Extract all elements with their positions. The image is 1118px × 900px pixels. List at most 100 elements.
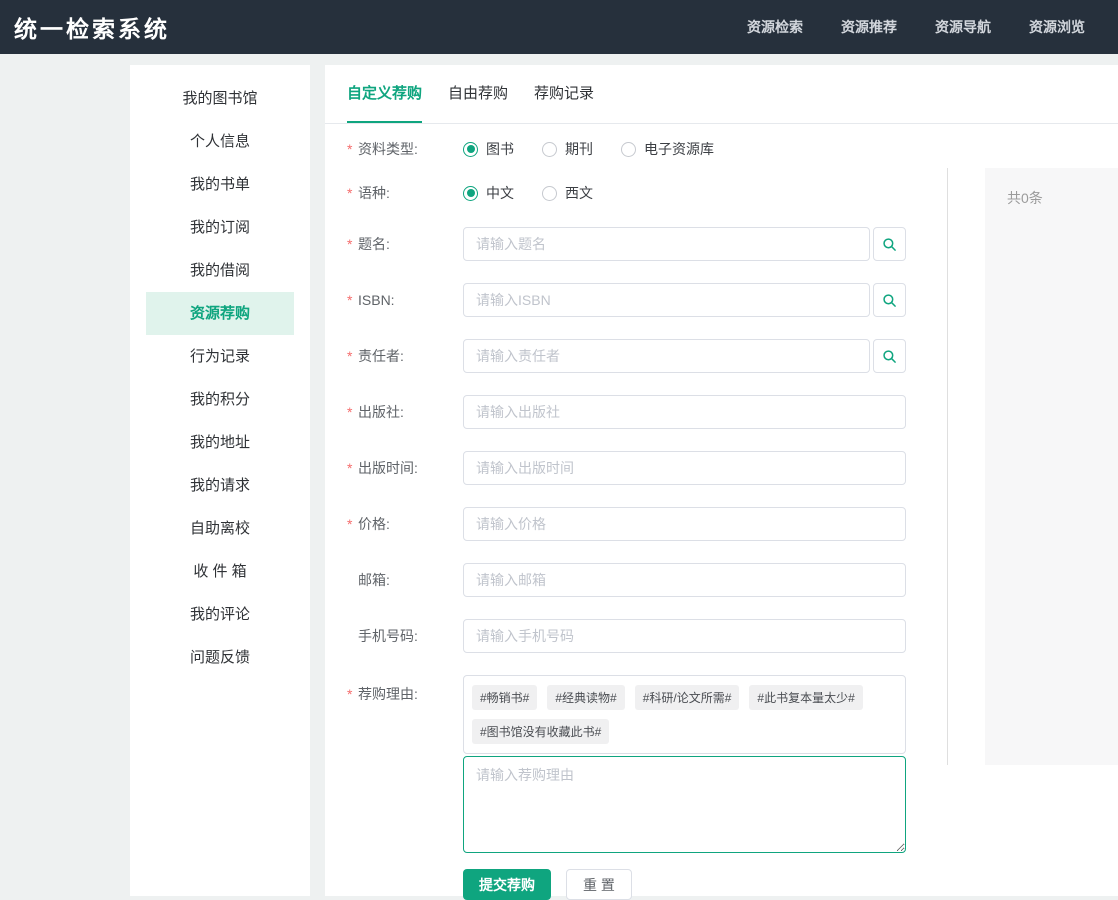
tab[interactable]: 荐购记录 [534,65,594,123]
required-asterisk: * [347,516,358,532]
required-asterisk: * [347,460,358,476]
top-nav: 资源检索 资源推荐 资源导航 资源浏览 [747,17,1085,37]
sidebar-item[interactable]: 问题反馈 [146,636,294,679]
text-input[interactable] [463,227,870,261]
text-input[interactable] [463,451,906,485]
sidebar-item[interactable]: 收 件 箱 [146,550,294,593]
results-panel: 共0条 [985,168,1118,765]
radio-option-label: 电子资源库 [644,139,714,159]
nav-item[interactable]: 资源导航 [935,17,991,37]
required-asterisk: * [347,348,358,364]
sidebar-item[interactable]: 我的借阅 [146,249,294,292]
reason-tag-chip[interactable]: #畅销书# [472,685,537,710]
tab[interactable]: 自由荐购 [448,65,508,123]
reset-button[interactable]: 重 置 [566,869,632,900]
text-input[interactable] [463,619,906,653]
reason-tags-box: #畅销书# #经典读物# #科研/论文所需# #此书复本量太少# #图书馆没有收藏此书# [463,675,906,754]
reason-tag-chip[interactable]: #此书复本量太少# [749,685,862,710]
sidebar-item[interactable]: 我的订阅 [146,206,294,249]
reason-textarea[interactable] [463,756,906,853]
field-control [463,563,906,597]
field-label-text: 资料类型: [358,139,418,159]
reason-tag-chip[interactable]: #经典读物# [547,685,624,710]
sidebar-item[interactable]: 行为记录 [146,335,294,378]
reason-tag-chip[interactable]: #图书馆没有收藏此书# [472,719,609,744]
field-label: *出版时间: [347,458,463,478]
sidebar-item[interactable]: 我的书单 [146,163,294,206]
radio-option[interactable]: 图书 [463,139,514,159]
radio-option[interactable]: 中文 [463,183,514,203]
field-label-text: 出版社: [358,402,404,422]
sidebar-item[interactable]: 我的地址 [146,421,294,464]
text-input[interactable] [463,283,870,317]
app-header: 统一检索系统 资源检索 资源推荐 资源导航 资源浏览 [0,0,1118,54]
radio-icon [542,142,557,157]
sidebar-item[interactable]: 个人信息 [146,120,294,163]
radio-option[interactable]: 西文 [542,183,593,203]
text-input[interactable] [463,395,906,429]
field-label-text: 价格: [358,514,390,534]
radio-option-label: 中文 [486,183,514,203]
required-asterisk: * [347,404,358,420]
field-control [463,283,906,317]
nav-item[interactable]: 资源推荐 [841,17,897,37]
field-label: *出版社: [347,402,463,422]
sidebar-item[interactable]: 资源荐购 [146,292,294,335]
search-button[interactable] [873,339,906,373]
search-button[interactable] [873,227,906,261]
field-control [463,339,906,373]
required-asterisk: * [347,236,358,252]
required-asterisk: * [347,686,358,702]
radio-option-label: 期刊 [565,139,593,159]
radio-icon [463,186,478,201]
field-label: *ISBN: [347,292,463,308]
text-input[interactable] [463,507,906,541]
field-control [463,227,906,261]
radio-group: 中文 西文 [463,183,621,203]
required-asterisk: * [347,141,358,157]
submit-button[interactable]: 提交荐购 [463,869,551,900]
sidebar-item[interactable]: 我的积分 [146,378,294,421]
search-button[interactable] [873,283,906,317]
nav-item[interactable]: 资源浏览 [1029,17,1085,37]
radio-option-label: 图书 [486,139,514,159]
sidebar-item[interactable]: 我的请求 [146,464,294,507]
field-label: *资料类型: [347,139,463,159]
field-label: *荐购理由: [347,675,463,704]
field-label-text: ISBN: [358,292,395,308]
form-actions: 提交荐购 重 置 [463,869,1118,900]
form-field-row: *资料类型: 图书 期刊 电子资源库 [347,139,1118,159]
field-control [463,451,906,485]
sidebar-item[interactable]: 我的图书馆 [146,77,294,120]
field-label-text: 荐购理由: [358,684,418,704]
search-icon [882,237,897,252]
radio-option[interactable]: 期刊 [542,139,593,159]
field-label-text: 邮箱: [358,570,390,590]
radio-group: 图书 期刊 电子资源库 [463,139,742,159]
text-input[interactable] [463,339,870,373]
reason-tag-chip[interactable]: #科研/论文所需# [635,685,740,710]
search-icon [882,349,897,364]
field-label: *邮箱: [347,570,463,590]
reason-control: #畅销书# #经典读物# #科研/论文所需# #此书复本量太少# #图书馆没有收藏此书# [463,675,906,853]
app-title: 统一检索系统 [14,10,170,44]
sidebar: 我的图书馆个人信息我的书单我的订阅我的借阅资源荐购行为记录我的积分我的地址我的请… [130,65,310,896]
tab-bar: 自定义荐购自由荐购荐购记录 [325,65,1118,124]
sidebar-menu: 我的图书馆个人信息我的书单我的订阅我的借阅资源荐购行为记录我的积分我的地址我的请… [130,65,310,679]
radio-option[interactable]: 电子资源库 [621,139,714,159]
field-label-text: 语种: [358,183,390,203]
sidebar-item[interactable]: 我的评论 [146,593,294,636]
text-input[interactable] [463,563,906,597]
vertical-divider [947,168,948,765]
field-control [463,507,906,541]
main-panel: 自定义荐购自由荐购荐购记录 *资料类型: 图书 期刊 电子资源库 *语种: 中文… [325,65,1118,896]
field-label-text: 题名: [358,234,390,254]
sidebar-item[interactable]: 自助离校 [146,507,294,550]
nav-item[interactable]: 资源检索 [747,17,803,37]
required-asterisk: * [347,292,358,308]
radio-option-label: 西文 [565,183,593,203]
field-label: *语种: [347,183,463,203]
field-control [463,619,906,653]
search-icon [882,293,897,308]
tab[interactable]: 自定义荐购 [347,65,422,123]
